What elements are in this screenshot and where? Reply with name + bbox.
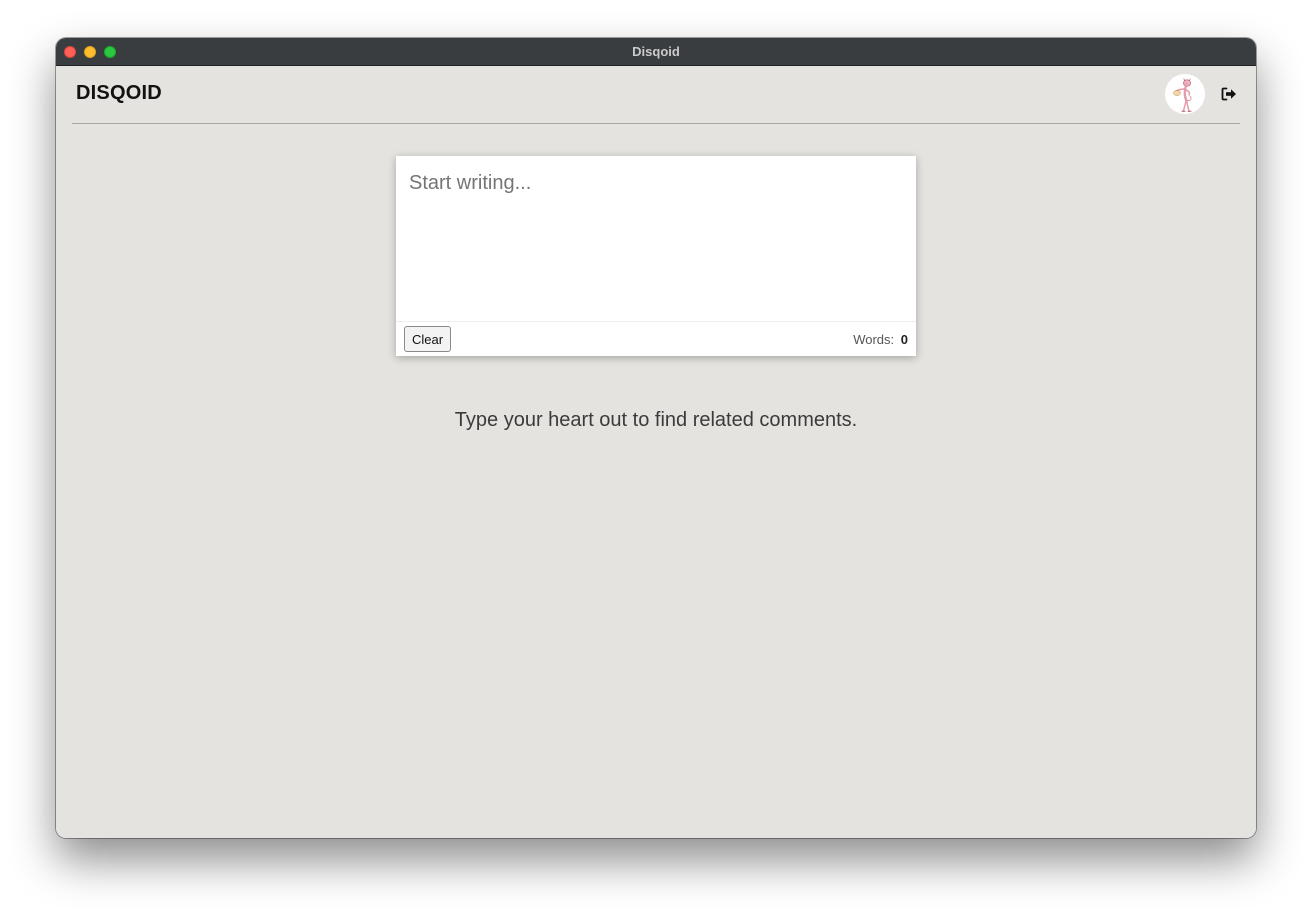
pink-panther-avatar-icon xyxy=(1165,74,1205,114)
editor-footer: Clear Words: 0 xyxy=(396,321,916,356)
comment-editor: Clear Words: 0 xyxy=(396,156,916,356)
word-count-value: 0 xyxy=(900,332,908,347)
clear-button[interactable]: Clear xyxy=(404,326,452,352)
app-window: Disqoid DISQOID Start writing... Clear W… xyxy=(56,38,1256,838)
brand-logo-text: DISQOID xyxy=(76,82,162,104)
user-avatar[interactable] xyxy=(1165,74,1205,114)
word-count-label: Words: xyxy=(853,332,895,347)
writing-textarea[interactable] xyxy=(396,156,916,321)
window-title: Disqoid xyxy=(632,44,680,59)
app-content: DISQOID Start writing... Clear Words: 0 … xyxy=(56,66,1256,838)
logout-icon[interactable] xyxy=(1220,85,1238,103)
empty-state-hint: Type your heart out to find related comm… xyxy=(454,409,858,431)
app-header: DISQOID xyxy=(72,66,1240,124)
title-bar[interactable]: Disqoid xyxy=(56,38,1256,66)
word-count: Words: 0 xyxy=(853,332,908,347)
